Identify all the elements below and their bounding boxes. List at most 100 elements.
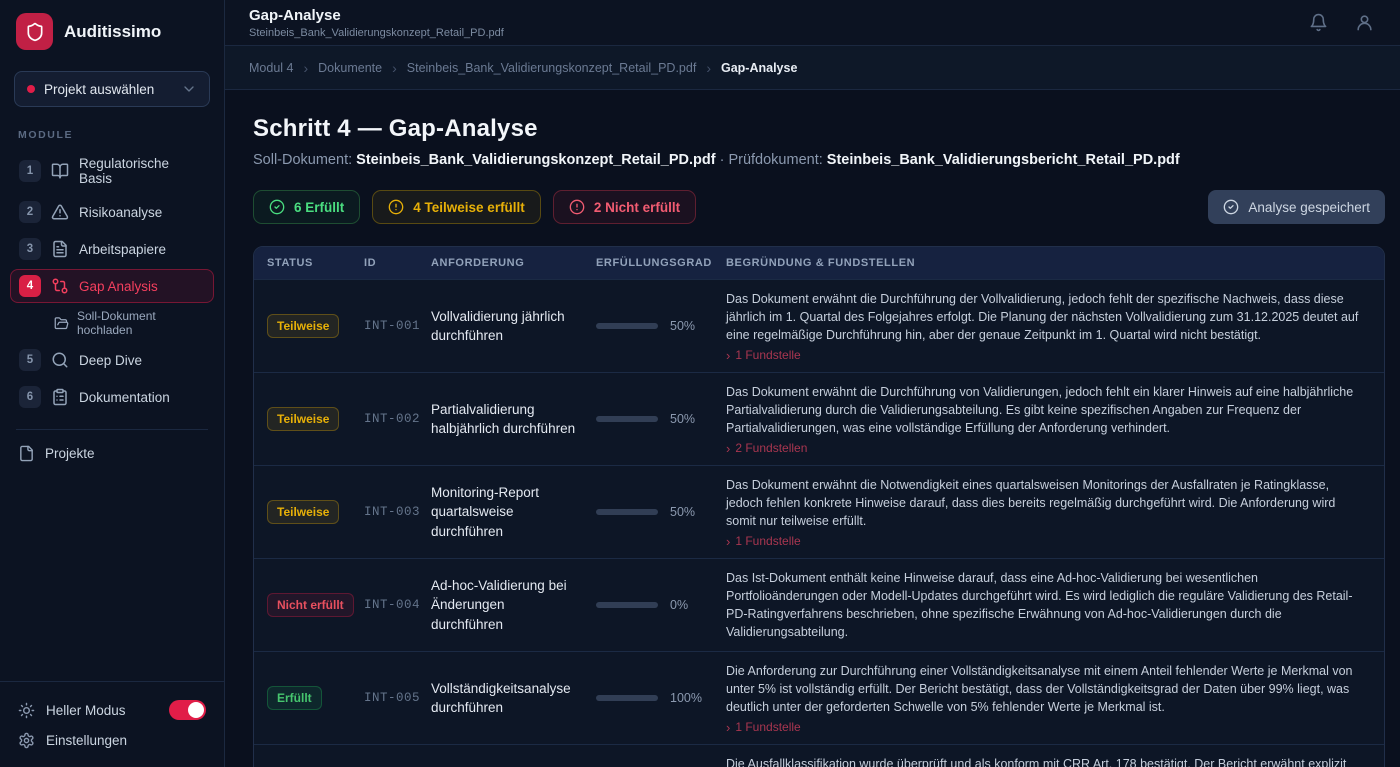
reason-text: Das Dokument erwähnt die Durchführung de… bbox=[726, 290, 1359, 344]
progress-percent: 50% bbox=[670, 505, 695, 519]
check-circle-icon bbox=[1223, 199, 1239, 215]
summary-pill-label: 4 Teilweise erfüllt bbox=[413, 200, 525, 215]
light-mode-row: Heller Modus bbox=[16, 694, 208, 726]
alert-circle-icon bbox=[569, 199, 585, 215]
status-badge: Erfüllt bbox=[267, 686, 322, 710]
check-circle-icon bbox=[269, 199, 285, 215]
step-title: Schritt 4 — Gap-Analyse bbox=[253, 115, 1385, 143]
user-icon[interactable] bbox=[1355, 13, 1374, 32]
sidebar-item-deep-dive[interactable]: 5 Deep Dive bbox=[10, 343, 214, 377]
main-area: Gap-Analyse Steinbeis_Bank_Validierungsk… bbox=[225, 0, 1400, 767]
summary-row: 6 Erfüllt 4 Teilweise erfüllt 2 Nicht erfü… bbox=[253, 190, 1385, 224]
chevron-down-icon bbox=[181, 81, 197, 97]
status-badge: Teilweise bbox=[267, 407, 339, 431]
sidebar-subitem-label: Soll-Dokument hochladen bbox=[77, 309, 204, 337]
summary-pill-warning[interactable]: 4 Teilweise erfüllt bbox=[372, 190, 541, 224]
module-number-badge: 2 bbox=[19, 201, 41, 223]
projects-label: Projekte bbox=[45, 446, 95, 461]
fundstelle-link[interactable]: ›1 Fundstelle bbox=[726, 720, 1359, 734]
fulfillment-progress: 0% bbox=[596, 598, 726, 612]
light-mode-label: Heller Modus bbox=[46, 703, 126, 718]
sidebar-item-label: Gap Analysis bbox=[79, 279, 158, 294]
sidebar-item-risikoanalyse[interactable]: 2 Risikoanalyse bbox=[10, 195, 214, 229]
sidebar-divider bbox=[16, 429, 208, 430]
requirement-text: Vollständigkeitsanalyse durchführen bbox=[431, 679, 596, 717]
alert-circle-icon bbox=[388, 199, 404, 215]
summary-pill-success[interactable]: 6 Erfüllt bbox=[253, 190, 360, 224]
fundstelle-link[interactable]: › 1 Fundstelle bbox=[726, 534, 1359, 548]
module-number-badge: 3 bbox=[19, 238, 41, 260]
module-section-label: MODULE bbox=[0, 109, 224, 150]
sidebar-item-label: Arbeitspapiere bbox=[79, 242, 166, 257]
sidebar-item-label: Risikoanalyse bbox=[79, 205, 162, 220]
table-row-int-001: TeilweiseINT-001Vollvalidierung jährlich… bbox=[254, 279, 1384, 372]
sidebar-item-gap-analysis[interactable]: 4 Gap Analysis bbox=[10, 269, 214, 303]
module-number-badge: 4 bbox=[19, 275, 41, 297]
progress-percent: 0% bbox=[670, 598, 688, 612]
project-selector[interactable]: Projekt auswählen bbox=[14, 71, 210, 107]
requirement-text: Partialvalidierung halbjährlich durchfüh… bbox=[431, 400, 596, 438]
fundstelle-link[interactable]: ›2 Fundstellen bbox=[726, 441, 1359, 455]
sidebar-subitem-soll-dokument-hochladen[interactable]: Soll-Dokument hochladen bbox=[54, 309, 204, 337]
light-mode-toggle[interactable] bbox=[169, 700, 206, 720]
breadcrumb-link[interactable]: Steinbeis_Bank_Validierungskonzept_Retai… bbox=[407, 61, 697, 75]
status-badge: Teilweise bbox=[267, 500, 339, 524]
requirement-id: INT-005 bbox=[364, 691, 431, 705]
table-row-int-002: Teilweise INT-002Partialvalidierung halbj… bbox=[254, 372, 1384, 465]
summary-pill-label: 2 Nicht erfüllt bbox=[594, 200, 680, 215]
chevron-right-icon: › bbox=[726, 721, 730, 734]
bell-icon[interactable] bbox=[1309, 13, 1328, 32]
sidebar-item-arbeitspapiere[interactable]: 3 Arbeitspapiere bbox=[10, 232, 214, 266]
module-number-badge: 1 bbox=[19, 160, 41, 182]
fundstelle-label: 1 Fundstelle bbox=[735, 348, 800, 362]
fulfillment-progress: 50% bbox=[596, 319, 726, 333]
requirement-id: INT-004 bbox=[364, 598, 431, 612]
analysis-saved-label: Analyse gespeichert bbox=[1248, 200, 1370, 215]
git-compare-icon bbox=[51, 277, 69, 295]
progress-percent: 100% bbox=[670, 691, 702, 705]
module-nav: 1Regulatorische Basis 2 Risikoanalyse 3 Arbe… bbox=[0, 150, 224, 414]
table-row-int-003: Teilweise INT-003Monitoring-Report quarta… bbox=[254, 465, 1384, 558]
requirement-id: INT-003 bbox=[364, 505, 431, 519]
progress-bar bbox=[596, 509, 658, 515]
breadcrumb-link[interactable]: Dokumente bbox=[318, 61, 382, 75]
column-header: STATUS bbox=[267, 257, 364, 269]
progress-bar bbox=[596, 416, 658, 422]
sidebar-footer: Heller Modus Einstellungen bbox=[0, 681, 224, 767]
soll-filename: Steinbeis_Bank_Validierungskonzept_Retai… bbox=[356, 152, 715, 168]
fundstelle-label: 1 Fundstelle bbox=[735, 534, 800, 548]
project-status-dot bbox=[27, 85, 35, 93]
file-text-icon bbox=[51, 240, 69, 258]
sidebar-item-regulatorische-basis[interactable]: 1Regulatorische Basis bbox=[10, 150, 214, 192]
breadcrumb-separator: › bbox=[303, 60, 308, 76]
summary-pill-label: 6 Erfüllt bbox=[294, 200, 344, 215]
requirement-text: Ad-hoc-Validierung bei Änderungen durchf… bbox=[431, 576, 596, 633]
sidebar-item-projekte[interactable]: Projekte bbox=[0, 440, 224, 467]
fundstelle-link[interactable]: › 1 Fundstelle bbox=[726, 348, 1359, 362]
fulfillment-progress: 50% bbox=[596, 505, 726, 519]
page-subtitle: Steinbeis_Bank_Validierungskonzept_Retai… bbox=[249, 27, 504, 39]
gear-icon bbox=[18, 732, 35, 749]
requirement-id: INT-001 bbox=[364, 319, 431, 333]
requirement-text: Monitoring-Report quartalsweise durchfüh… bbox=[431, 483, 596, 540]
requirement-id: INT-002 bbox=[364, 412, 431, 426]
table-row-int-006: ErfülltINT-006Ausfallklassifikation über… bbox=[254, 744, 1384, 767]
reason-text: Das Ist-Dokument enthält keine Hinweise … bbox=[726, 569, 1359, 641]
reason-text: Das Dokument erwähnt die Durchführung vo… bbox=[726, 383, 1359, 437]
sidebar-item-label: Deep Dive bbox=[79, 353, 142, 368]
chevron-right-icon: › bbox=[726, 535, 730, 548]
sidebar-item-dokumentation[interactable]: 6Dokumentation bbox=[10, 380, 214, 414]
chevron-right-icon: › bbox=[726, 442, 730, 455]
progress-bar bbox=[596, 602, 658, 608]
chevron-right-icon: › bbox=[726, 349, 730, 362]
status-badge: Nicht erfüllt bbox=[267, 593, 354, 617]
file-icon bbox=[18, 445, 35, 462]
module-number-badge: 5 bbox=[19, 349, 41, 371]
summary-pill-danger[interactable]: 2 Nicht erfüllt bbox=[553, 190, 696, 224]
breadcrumb-link[interactable]: Modul 4 bbox=[249, 61, 293, 75]
pruef-label: Prüfdokument: bbox=[728, 152, 822, 168]
topbar: Gap-Analyse Steinbeis_Bank_Validierungsk… bbox=[225, 0, 1400, 46]
analysis-saved-button[interactable]: Analyse gespeichert bbox=[1208, 190, 1385, 224]
breadcrumb-current: Gap-Analyse bbox=[721, 61, 797, 75]
sidebar-item-einstellungen[interactable]: Einstellungen bbox=[16, 726, 208, 755]
